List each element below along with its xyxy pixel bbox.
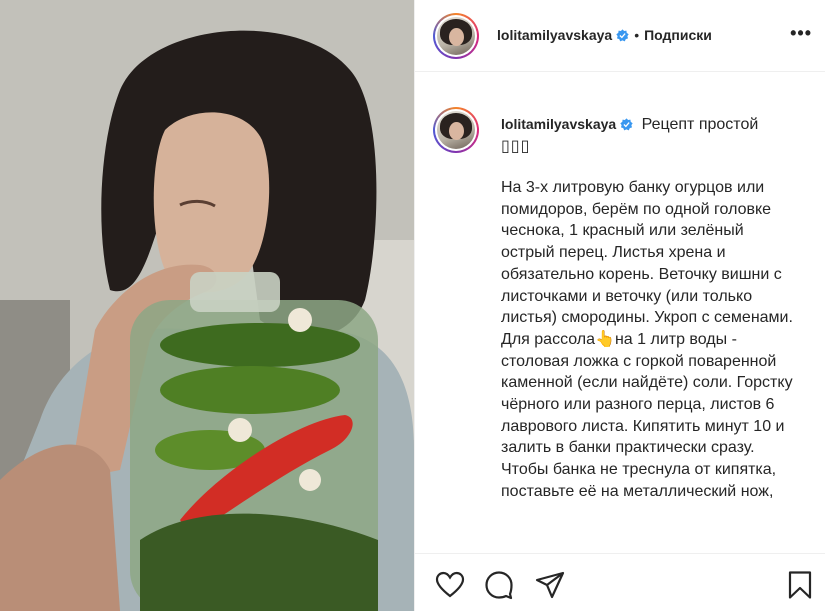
caption-header: lolitamilyavskaya Рецепт простой ▯▯▯ bbox=[501, 113, 801, 158]
header-meta: lolitamilyavskaya • Подписки bbox=[497, 27, 712, 45]
heart-icon[interactable] bbox=[435, 570, 465, 600]
caption-avatar[interactable] bbox=[433, 107, 479, 153]
verified-icon bbox=[620, 118, 633, 131]
caption-emoji: ▯▯▯ bbox=[501, 138, 531, 155]
bookmark-icon[interactable] bbox=[785, 570, 815, 600]
verified-icon bbox=[616, 29, 629, 42]
post-side-panel: lolitamilyavskaya • Подписки ••• lolitamil… bbox=[414, 0, 825, 611]
caption-headline: Рецепт простой bbox=[641, 116, 759, 133]
following-button[interactable]: Подписки bbox=[644, 27, 712, 43]
share-icon[interactable] bbox=[535, 570, 565, 600]
comment-icon[interactable] bbox=[484, 570, 514, 600]
author-avatar[interactable] bbox=[433, 13, 479, 59]
action-bar bbox=[415, 553, 825, 611]
comments-area: lolitamilyavskaya Рецепт простой ▯▯▯ На … bbox=[415, 73, 825, 553]
separator-dot: • bbox=[634, 27, 640, 43]
photo-illustration bbox=[0, 0, 414, 611]
instagram-post: lolitamilyavskaya • Подписки ••• lolitamil… bbox=[0, 0, 825, 611]
caption-body: На 3-х литровую банку огурцов или помидо… bbox=[501, 179, 793, 500]
caption-author[interactable]: lolitamilyavskaya bbox=[501, 116, 616, 132]
post-header: lolitamilyavskaya • Подписки ••• bbox=[415, 0, 825, 72]
more-icon[interactable]: ••• bbox=[790, 24, 812, 42]
author-username[interactable]: lolitamilyavskaya bbox=[497, 27, 612, 43]
post-photo[interactable] bbox=[0, 0, 414, 611]
